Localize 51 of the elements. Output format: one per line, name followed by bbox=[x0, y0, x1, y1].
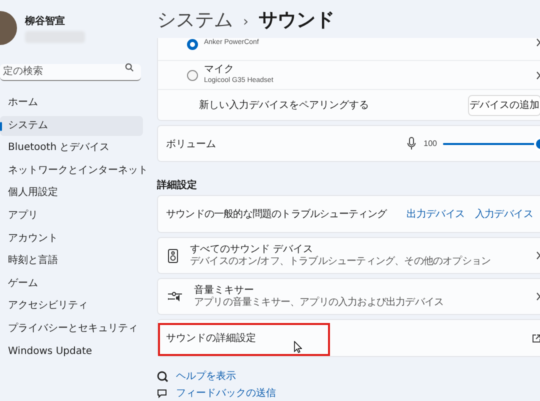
search-field[interactable]: 定の検索 bbox=[0, 64, 141, 80]
nav-item[interactable]: ゲーム bbox=[0, 274, 143, 294]
volume-reading: 100 bbox=[424, 139, 437, 148]
nav-item[interactable]: ホーム bbox=[0, 93, 143, 114]
footer-link[interactable]: フィードバックの送信 bbox=[176, 386, 276, 400]
help-icon bbox=[157, 370, 169, 382]
feedback-icon bbox=[157, 388, 169, 398]
chevron-right-icon bbox=[536, 38, 540, 47]
search-icon bbox=[125, 63, 134, 72]
user-name: 柳谷智宣 bbox=[25, 14, 66, 28]
chevron-right-icon bbox=[536, 70, 540, 80]
chevron-right-icon bbox=[536, 251, 540, 260]
troubleshoot-link[interactable]: 入力デバイス bbox=[474, 207, 533, 221]
nav-item[interactable]: ネットワークとインターネット bbox=[0, 160, 143, 182]
breadcrumb-parent[interactable]: システム bbox=[157, 7, 233, 33]
row-title: 音量ミキサー bbox=[194, 284, 255, 296]
pair-device-label: 新しい入力デバイスをペアリングする bbox=[199, 98, 369, 112]
troubleshoot-link[interactable]: 出力デバイス bbox=[406, 207, 465, 221]
troubleshoot-label: サウンドの一般的な問題のトラブルシューティング bbox=[166, 208, 388, 221]
nav-item[interactable]: アクセシビリティ bbox=[0, 296, 143, 317]
section-heading: 詳細設定 bbox=[157, 178, 198, 190]
nav-item[interactable]: Bluetooth とデバイス bbox=[0, 138, 143, 159]
add-device-button[interactable]: デバイスの追加 bbox=[468, 94, 540, 116]
nav-item[interactable]: 時刻と言語 bbox=[0, 251, 143, 272]
nav-item[interactable]: アカウント bbox=[0, 228, 143, 250]
volume-slider[interactable] bbox=[443, 138, 540, 150]
nav-item[interactable]: アプリ bbox=[0, 206, 143, 227]
external-link-icon bbox=[532, 334, 540, 342]
breadcrumb-separator: › bbox=[243, 14, 249, 30]
row-title: すべてのサウンド デバイス bbox=[190, 243, 314, 256]
radio-button[interactable] bbox=[187, 39, 198, 50]
chevron-right-icon bbox=[536, 292, 540, 301]
row-subtitle: デバイスのオン/オフ、トラブルシューティング、その他のオプション bbox=[190, 256, 492, 268]
mouse-cursor-icon bbox=[294, 341, 302, 353]
mixer-icon bbox=[168, 291, 182, 302]
settings-row[interactable]: 音量ミキサー アプリの音量ミキサー、アプリの入力および出力デバイス bbox=[157, 278, 540, 315]
device-name: マイク bbox=[204, 64, 235, 76]
settings-row[interactable]: すべてのサウンド デバイス デバイスのオン/オフ、トラブルシューティング、その他のオプション bbox=[157, 237, 540, 274]
page-title: サウンド bbox=[258, 8, 335, 33]
volume-label: ボリューム bbox=[166, 138, 217, 150]
nav-item[interactable]: 個人用設定 bbox=[0, 183, 143, 204]
nav-item[interactable]: Windows Update bbox=[0, 342, 143, 362]
speaker-icon bbox=[168, 248, 178, 262]
nav-item[interactable]: プライバシーとセキュリティ bbox=[0, 318, 143, 340]
microphone-icon bbox=[406, 137, 416, 150]
settings-row[interactable]: サウンドの詳細設定 bbox=[157, 319, 540, 357]
radio-button[interactable] bbox=[187, 70, 198, 80]
footer-link[interactable]: ヘルプを表示 bbox=[176, 369, 236, 383]
row-title: サウンドの詳細設定 bbox=[166, 332, 257, 345]
nav-item[interactable]: システム bbox=[0, 116, 143, 136]
row-subtitle: アプリの音量ミキサー、アプリの入力および出力デバイス bbox=[194, 297, 445, 309]
